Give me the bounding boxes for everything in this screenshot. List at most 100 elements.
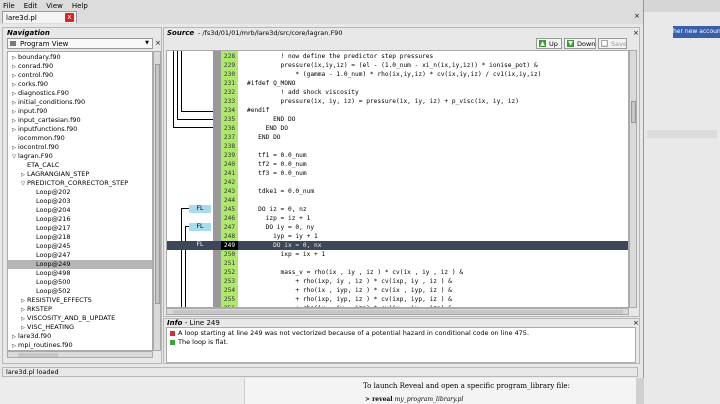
doc-command: > reveal my_program_library.pl — [365, 396, 464, 403]
flat-loop-badge[interactable]: FL — [189, 241, 211, 249]
code-line[interactable]: 235 END DO — [167, 115, 628, 124]
tree-item[interactable]: ▷ control.f90 — [8, 71, 152, 80]
menu-edit[interactable]: Edit — [24, 2, 38, 10]
tree-item[interactable]: ▷ lare3d.f90 — [8, 332, 152, 341]
tree-item-label: iocontrol.f90 — [18, 143, 59, 151]
tree-item[interactable]: ▷ corks.f90 — [8, 80, 152, 89]
source-close-icon[interactable]: × — [633, 29, 639, 37]
info-title: Info - Line 249 — [167, 319, 220, 327]
tree-item[interactable]: ▷ diagnostics.F90 — [8, 89, 152, 98]
tree-item[interactable]: ▷ VISC_HEATING — [8, 323, 152, 332]
tree-item[interactable]: Loop@204 — [8, 206, 152, 215]
code-line[interactable]: FL 249 DO ix = 0, nx — [167, 241, 628, 250]
tree-item[interactable]: Loop@203 — [8, 197, 152, 206]
navigation-scrollbar[interactable] — [153, 51, 161, 351]
menu-help[interactable]: Help — [72, 2, 88, 10]
code-line[interactable]: 252 mass_v = rho(ix , iy , iz ) * cv(ix … — [167, 268, 628, 277]
tree-item[interactable]: Loop@216 — [8, 215, 152, 224]
line-number: 243 — [223, 188, 236, 195]
tree-item[interactable]: ▷ conrad.f90 — [8, 62, 152, 71]
tree-item[interactable]: Loop@502 — [8, 287, 152, 296]
code-line[interactable]: 234 #endif — [167, 106, 628, 115]
tree-item[interactable]: Loop@500 — [8, 278, 152, 287]
code-line[interactable]: 255 + rho(ixp, iyp, iz ) * cv(ixp, iyp, … — [167, 295, 628, 304]
tree-item[interactable]: ▷ input.f90 — [8, 107, 152, 116]
code-editor[interactable]: 228 ! now define the predictor step pres… — [166, 50, 629, 308]
tree-item[interactable]: ETA_CALC — [8, 161, 152, 170]
tree-item[interactable]: ▷ mpi_routines.f90 — [8, 341, 152, 350]
hscroll-thumb[interactable] — [18, 353, 58, 357]
tree-item[interactable]: Loop@249 — [8, 260, 152, 269]
tree-item[interactable]: Loop@245 — [8, 242, 152, 251]
info-message[interactable]: The loop is flat. — [170, 338, 228, 346]
source-scrollbar[interactable] — [629, 50, 637, 308]
close-icon[interactable]: x — [65, 13, 74, 22]
window-close-icon[interactable]: × — [634, 12, 642, 21]
code-line[interactable]: 243 tdke1 = 0.0_num — [167, 187, 628, 196]
tree-item[interactable]: ▷ inputfunctions.f90 — [8, 125, 152, 134]
save-button[interactable]: ■ Save — [598, 38, 627, 49]
tree-item[interactable]: ▷ iocontrol.f90 — [8, 143, 152, 152]
line-number: 254 — [223, 287, 236, 294]
navigation-close-icon[interactable]: × — [155, 38, 162, 48]
scroll-thumb[interactable] — [155, 64, 160, 304]
code-line[interactable]: 248 iyp = iy + 1 — [167, 232, 628, 241]
code-line[interactable]: 237 END DO — [167, 133, 628, 142]
code-line[interactable]: 250 ixp = ix + 1 — [167, 250, 628, 259]
code-line[interactable]: 239 tf1 = 0.0_num — [167, 151, 628, 160]
info-pane: Info - Line 249 × A loop starting at lin… — [163, 318, 640, 364]
tree-item[interactable]: ▽ PREDICTOR_CORRECTOR_STEP — [8, 179, 152, 188]
code-line[interactable]: 231 #ifdef Q_MONO — [167, 79, 628, 88]
tree-item[interactable]: Loop@202 — [8, 188, 152, 197]
code-line[interactable]: 236 END DO — [167, 124, 628, 133]
code-line[interactable]: 254 + rho(ix , iyp, iz ) * cv(ix , iyp, … — [167, 286, 628, 295]
tree-item[interactable]: ▷ VISCOSITY_AND_B_UPDATE — [8, 314, 152, 323]
tree-item[interactable]: ▷ RKSTEP — [8, 305, 152, 314]
info-message[interactable]: A loop starting at line 249 was not vect… — [170, 329, 529, 337]
chevron-down-icon[interactable]: ▼ — [143, 39, 151, 48]
code-line[interactable]: 241 tf3 = 0.0_num — [167, 169, 628, 178]
code-line[interactable]: 240 tf2 = 0.0_num — [167, 160, 628, 169]
hscroll-thumb[interactable] — [173, 310, 623, 314]
tab-lare3d[interactable]: lare3d.pl x — [2, 11, 77, 23]
code-line[interactable]: 233 pressure(ix, iy, iz) = pressure(ix, … — [167, 97, 628, 106]
menu-view[interactable]: View — [46, 2, 63, 10]
flat-loop-badge[interactable]: FL — [189, 205, 211, 213]
scroll-thumb[interactable] — [631, 101, 636, 123]
tree-item[interactable]: ▷ initial_conditions.f90 — [8, 98, 152, 107]
code-line[interactable]: 251 — [167, 259, 628, 268]
info-close-icon[interactable]: × — [633, 319, 639, 327]
tree-item[interactable]: ▷ input_cartesian.f90 — [8, 116, 152, 125]
code-line[interactable]: 242 — [167, 178, 628, 187]
code-line[interactable]: 253 + rho(ixp, iy , iz ) * cv(ixp, iy , … — [167, 277, 628, 286]
menu-file[interactable]: File — [3, 2, 15, 10]
down-button[interactable]: ▼ Down — [564, 38, 596, 49]
tree-item[interactable]: Loop@217 — [8, 224, 152, 233]
tree-item[interactable]: Loop@498 — [8, 269, 152, 278]
view-select[interactable]: Program View ▼ — [7, 38, 153, 49]
code-line[interactable]: FL 245 DO iz = 0, nz — [167, 205, 628, 214]
background-block — [647, 130, 717, 138]
code-line[interactable]: 246 izp = iz + 1 — [167, 214, 628, 223]
source-hscrollbar[interactable] — [166, 308, 629, 315]
code-line[interactable]: FL 247 DO iy = 0, ny — [167, 223, 628, 232]
flat-loop-badge[interactable]: FL — [189, 223, 211, 231]
tree-item-label: Loop@216 — [36, 215, 71, 223]
code-line[interactable]: 232 ! add shock viscosity — [167, 88, 628, 97]
tree-item[interactable]: ▷ boundary.f90 — [8, 53, 152, 62]
code-line[interactable]: 244 — [167, 196, 628, 205]
code-line[interactable]: 238 — [167, 142, 628, 151]
navigation-hscrollbar[interactable] — [7, 351, 153, 358]
code-line[interactable]: 228 ! now define the predictor step pres… — [167, 52, 628, 61]
tree-item[interactable]: ▷ LAGRANGIAN_STEP — [8, 170, 152, 179]
background-link[interactable]: her new account — [673, 26, 720, 38]
code-line[interactable]: 230 * (gamma - 1.0_num) * rho(ix,iy,iz) … — [167, 70, 628, 79]
tree-item[interactable]: iocommon.f90 — [8, 134, 152, 143]
up-button[interactable]: ▲ Up — [536, 38, 562, 49]
tree-item[interactable]: Loop@218 — [8, 233, 152, 242]
tree-item[interactable]: ▷ RESISTIVE_EFFECTS — [8, 296, 152, 305]
code-line[interactable]: 229 pressure(ix,iy,iz) = (el - (1.0_num … — [167, 61, 628, 70]
tree-item[interactable]: Loop@247 — [8, 251, 152, 260]
tree-item[interactable]: ▽ lagran.F90 — [8, 152, 152, 161]
tree-item-label: Loop@245 — [36, 242, 71, 250]
